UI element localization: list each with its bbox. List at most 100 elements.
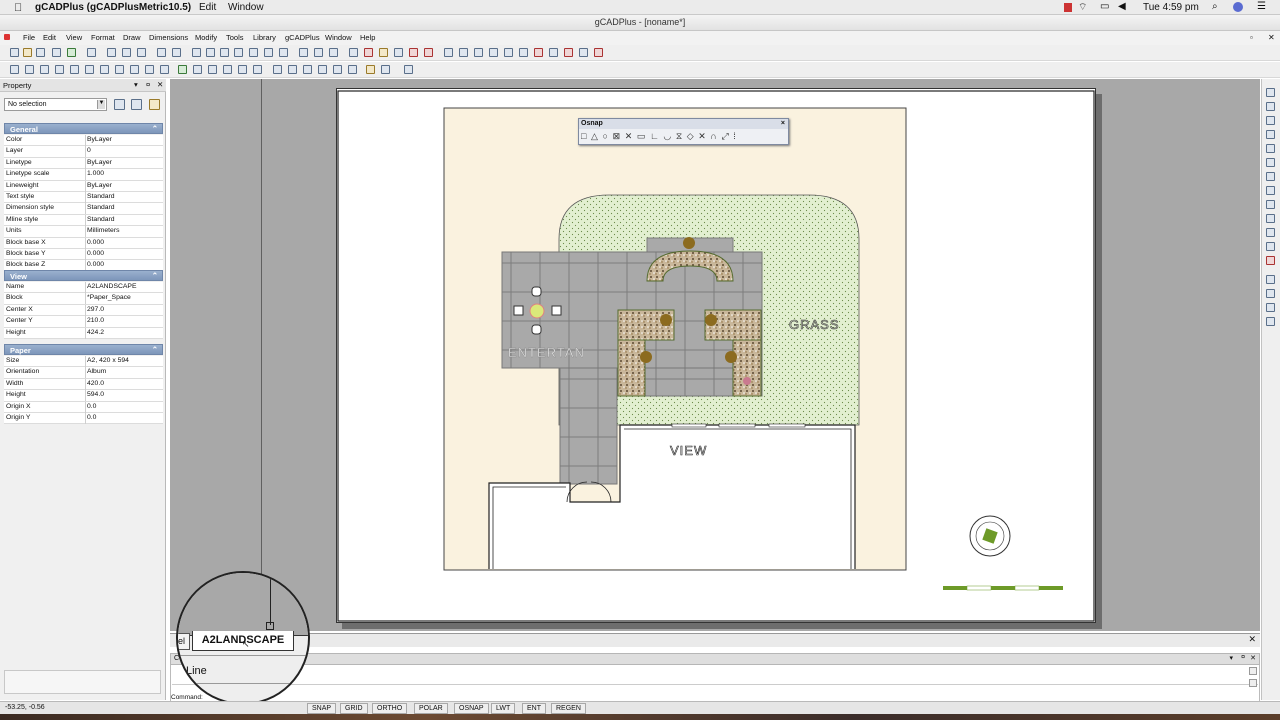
property-row[interactable]: Linetype scale 1.000 [4,169,163,181]
scale-icon[interactable] [238,65,247,74]
menu-tools[interactable]: Tools [226,33,244,42]
mdi-close-icon[interactable]: ✕ [1268,33,1275,42]
stack-1-icon[interactable] [1266,275,1275,284]
selection-dropdown[interactable]: No selection ▼ [4,98,107,111]
property-row[interactable]: Layer 0 [4,146,163,158]
property-value[interactable]: 210.0 [85,316,163,328]
insert-block-icon[interactable] [349,48,358,57]
property-value[interactable]: ByLayer [85,135,163,146]
property-row[interactable]: Text style Standard [4,192,163,204]
pencil-icon[interactable] [100,65,109,74]
redo-icon[interactable] [172,48,181,57]
mac-edit-menu[interactable]: Edit [199,2,216,13]
render-icon[interactable] [424,48,433,57]
property-value[interactable]: 420.0 [85,378,163,390]
stairs-icon[interactable] [564,48,573,57]
stack-3-icon[interactable] [1266,303,1275,312]
mirror-tool-icon[interactable] [1266,158,1275,167]
property-value[interactable]: ByLayer [85,180,163,192]
property-row[interactable]: Linetype ByLayer [4,157,163,170]
status-ortho-button[interactable]: ORTHO [372,703,408,714]
menu-dimensions[interactable]: Dimensions [149,33,188,42]
tab-model[interactable]: el [178,633,190,650]
menu-library[interactable]: Library [253,33,276,42]
zoom-in-icon[interactable] [192,48,201,57]
trim-icon[interactable] [366,65,375,74]
panel-pin-icon[interactable]: ¤ [146,80,150,89]
paste-icon[interactable] [137,48,146,57]
chevron-down-icon[interactable]: ▼ [97,100,105,109]
property-value[interactable]: 0.0 [85,413,163,424]
menu-draw[interactable]: Draw [123,33,141,42]
mdi-restore-icon[interactable]: ▫ [1250,33,1253,42]
scale-tool-icon[interactable] [1266,144,1275,153]
window-tool-icon[interactable] [549,48,558,57]
osnap-mode-icons[interactable]: □△○⊠✕▭∟◡⧖◇✕∩⤢⁞ [581,131,786,143]
scroll-down-icon[interactable] [1249,679,1257,687]
status-snap-button[interactable]: SNAP [307,703,337,714]
cut-icon[interactable] [107,48,116,57]
property-row[interactable]: Center Y 210.0 [4,316,163,328]
dim-linear-icon[interactable] [273,65,282,74]
panel-menu-icon[interactable]: ▾ [134,80,138,89]
gcad-tools-icon[interactable] [594,48,603,57]
property-value[interactable]: A2LANDSCAPE [85,282,163,293]
tabs-close-icon[interactable]: ✕ [1248,634,1256,645]
print-icon[interactable] [87,48,96,57]
export-icon[interactable] [67,48,76,57]
nodes-icon[interactable] [1266,102,1275,111]
spotlight-search-icon[interactable]: ⌕ [1212,1,1218,12]
clock[interactable]: Tue 4:59 pm [1143,2,1199,13]
text-icon[interactable] [504,48,513,57]
property-row[interactable]: Size A2, 420 x 594 [4,356,163,368]
rotate-tool-icon[interactable] [1266,130,1275,139]
status-osnap-button[interactable]: OSNAP [454,703,489,714]
explode-icon[interactable] [404,65,413,74]
property-value[interactable]: *Paper_Space [85,293,163,305]
circle-icon[interactable] [130,65,139,74]
stack-2-icon[interactable] [1266,289,1275,298]
property-value[interactable]: A2, 420 x 594 [85,356,163,367]
airplay-icon[interactable]: ▭ [1100,1,1109,12]
copy-entity-icon[interactable] [193,65,202,74]
menu-gcadplus[interactable]: gCADPlus [285,33,320,42]
property-row[interactable]: Block base Y 0.000 [4,249,163,261]
chamfer-icon[interactable] [1266,228,1275,237]
property-row[interactable]: Block *Paper_Space [4,293,163,305]
property-value[interactable]: Standard [85,214,163,226]
status-polar-button[interactable]: POLAR [414,703,448,714]
quick-select-icon[interactable] [149,99,160,110]
property-value[interactable]: 424.2 [85,327,163,339]
collapse-icon[interactable]: ⌃ [152,124,158,133]
bars-icon[interactable] [489,48,498,57]
trim-tool-icon[interactable] [1266,186,1275,195]
move-icon[interactable] [208,65,217,74]
status-grid-button[interactable]: GRID [340,703,368,714]
command-close-icon[interactable]: ✕ [1250,654,1256,662]
property-row[interactable]: Width 420.0 [4,378,163,391]
collapse-icon[interactable]: ⌃ [152,345,158,354]
section-view[interactable]: View ⌃ [4,270,163,281]
edit-pen-icon[interactable] [1266,88,1275,97]
property-row[interactable]: Name A2LANDSCAPE [4,282,163,294]
ray-icon[interactable] [55,65,64,74]
volume-icon[interactable]: ◀︎ [1118,1,1126,12]
grid-lines-icon[interactable] [474,48,483,57]
rotate-icon[interactable] [223,65,232,74]
osnap-close-icon[interactable]: × [781,119,785,129]
wall-icon[interactable] [519,48,528,57]
status-regen-button[interactable]: REGEN [551,703,586,714]
undo-icon[interactable] [157,48,166,57]
move-cross-icon[interactable] [1266,116,1275,125]
dim-aligned-icon[interactable] [288,65,297,74]
xline-icon[interactable] [25,65,34,74]
menu-view[interactable]: View [66,33,82,42]
mac-window-menu[interactable]: Window [228,2,264,13]
library-icon[interactable] [364,48,373,57]
stretch-icon[interactable] [253,65,262,74]
command-pin-icon[interactable]: ¤ [1241,654,1245,661]
stack-4-icon[interactable] [1266,317,1275,326]
dim-angle-icon[interactable] [303,65,312,74]
erase-icon[interactable] [1266,256,1275,265]
property-value[interactable]: 0.000 [85,249,163,260]
